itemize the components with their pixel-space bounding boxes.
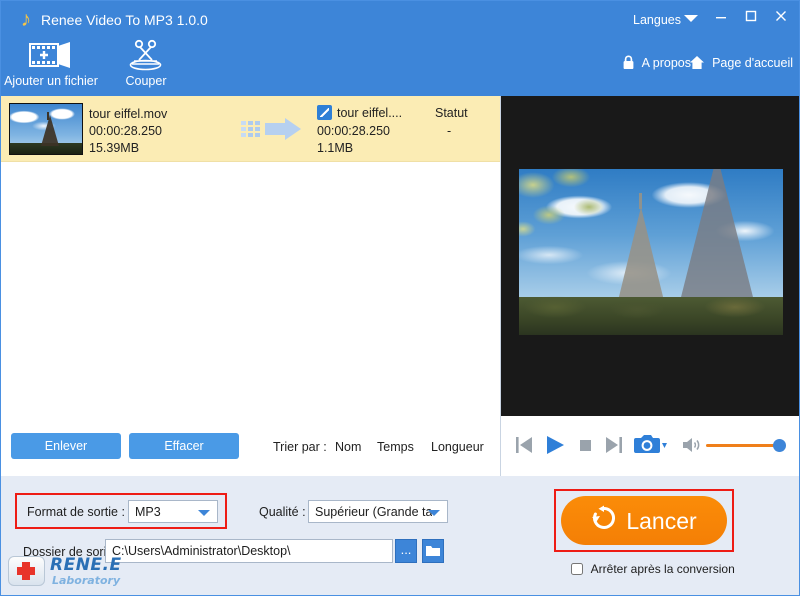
music-note-icon: ♪ xyxy=(20,8,32,31)
quality-label: Qualité : xyxy=(259,505,306,519)
add-file-label: Ajouter un fichier xyxy=(4,74,98,88)
volume-slider-handle[interactable] xyxy=(773,439,786,452)
close-button[interactable] xyxy=(769,9,793,31)
output-folder-input[interactable] xyxy=(105,539,393,563)
skip-back-icon[interactable] xyxy=(514,434,534,461)
stop-after-conversion-label: Arrêter après la conversion xyxy=(590,562,735,576)
skip-forward-icon[interactable] xyxy=(604,434,624,461)
format-value: MP3 xyxy=(135,505,161,519)
speaker-icon[interactable] xyxy=(682,434,702,461)
scissors-icon xyxy=(96,39,196,73)
remove-button[interactable]: Enlever xyxy=(11,433,121,459)
convert-arrow-icon xyxy=(241,118,301,140)
volume-slider[interactable] xyxy=(706,444,781,447)
home-icon xyxy=(689,55,705,75)
refresh-icon xyxy=(591,505,617,537)
homepage-link[interactable]: Page d'accueil xyxy=(689,54,793,75)
maximize-button[interactable] xyxy=(739,9,763,31)
sort-by-time[interactable]: Temps xyxy=(377,439,414,455)
app-title: Renee Video To MP3 1.0.0 xyxy=(41,12,208,28)
format-select[interactable]: MP3 xyxy=(128,500,218,523)
app-window: ♪ Renee Video To MP3 1.0.0 Langues Ajout… xyxy=(0,0,800,596)
output-duration: 00:00:28.250 xyxy=(317,124,390,138)
window-header: ♪ Renee Video To MP3 1.0.0 Langues Ajout… xyxy=(1,1,799,96)
homepage-label: Page d'accueil xyxy=(712,56,793,70)
sort-by-length[interactable]: Longueur xyxy=(431,439,484,455)
chevron-down-icon xyxy=(198,510,210,516)
lock-icon xyxy=(622,55,635,75)
chevron-down-icon xyxy=(428,510,440,516)
about-label: A propos xyxy=(641,56,691,70)
stop-icon[interactable] xyxy=(577,434,595,461)
add-file-icon xyxy=(1,39,101,73)
stop-after-conversion-checkbox[interactable]: Arrêter après la conversion xyxy=(571,561,735,577)
add-file-button[interactable]: Ajouter un fichier xyxy=(1,39,101,89)
sort-by-label: Trier par : xyxy=(273,440,327,454)
format-label: Format de sortie : xyxy=(27,505,125,519)
table-row[interactable]: tour eiffel.mov 00:00:28.250 15.39MB tou… xyxy=(1,96,500,162)
status-badge: - xyxy=(447,124,452,138)
quality-value: Supérieur (Grande ta xyxy=(315,505,433,519)
start-button-label: Lancer xyxy=(626,507,697,534)
about-link[interactable]: A propos xyxy=(622,54,691,75)
sort-by-name[interactable]: Nom xyxy=(335,439,361,455)
output-size: 1.1MB xyxy=(317,141,354,155)
source-size: 15.39MB xyxy=(89,141,140,155)
chevron-down-icon[interactable] xyxy=(684,15,698,22)
minimize-button[interactable] xyxy=(709,9,733,31)
settings-panel: Format de sortie : MP3 Qualité : Supérie… xyxy=(1,476,799,595)
video-stage[interactable] xyxy=(501,96,799,416)
quality-select[interactable]: Supérieur (Grande ta xyxy=(308,500,448,523)
source-file-name: tour eiffel.mov xyxy=(89,107,168,121)
video-thumbnail xyxy=(9,103,83,155)
cut-label: Couper xyxy=(125,74,167,88)
video-frame xyxy=(519,169,783,335)
file-list-panel: tour eiffel.mov 00:00:28.250 15.39MB tou… xyxy=(1,96,501,476)
status-header: Statut xyxy=(435,106,468,120)
clear-button[interactable]: Effacer xyxy=(129,433,239,459)
output-file-name: tour eiffel.... xyxy=(337,106,403,120)
edit-icon[interactable] xyxy=(317,105,332,120)
cut-button[interactable]: Couper xyxy=(96,39,196,89)
language-selector[interactable]: Langues xyxy=(633,11,681,29)
main-body: tour eiffel.mov 00:00:28.250 15.39MB tou… xyxy=(1,96,799,476)
play-icon[interactable] xyxy=(544,434,566,461)
list-action-bar: Enlever Effacer Trier par : Nom Temps Lo… xyxy=(1,420,500,476)
preview-panel xyxy=(501,96,799,476)
stop-after-conversion-input[interactable] xyxy=(571,563,583,575)
title-bar: ♪ Renee Video To MP3 1.0.0 Langues xyxy=(1,1,799,39)
start-button[interactable]: Lancer xyxy=(561,496,727,545)
browse-button[interactable]: ... xyxy=(395,539,417,563)
source-duration: 00:00:28.250 xyxy=(89,124,162,138)
player-controls xyxy=(501,416,799,476)
open-folder-button[interactable] xyxy=(422,539,444,563)
camera-icon[interactable] xyxy=(633,434,667,461)
